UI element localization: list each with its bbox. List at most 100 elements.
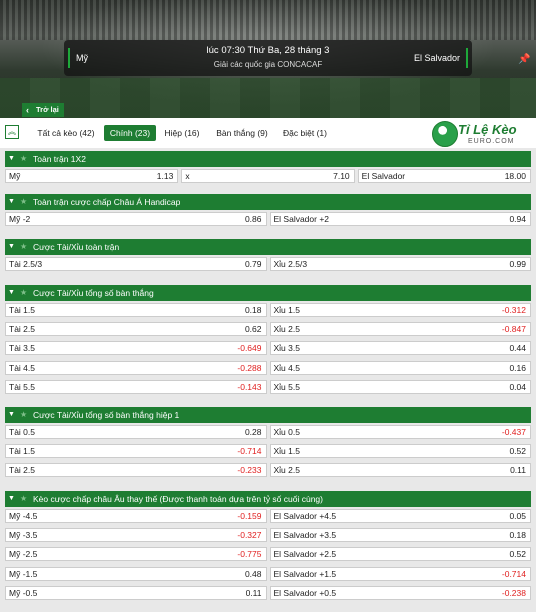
odds-cell[interactable]: Xỉu 3.5 0.44 — [269, 341, 531, 356]
odds-selection-label: El Salvador +0.5 — [273, 587, 337, 598]
league-name: Giải các quốc gia CONCACAF — [213, 60, 323, 69]
odds-cell[interactable]: Tài 1.5 0.18 — [5, 303, 267, 317]
odds-cell[interactable]: Mỹ -4.5 -0.159 — [5, 509, 267, 523]
odds-value: 0.05 — [509, 511, 526, 521]
tab-half[interactable]: Hiệp (16) — [162, 125, 202, 141]
odds-cell[interactable]: Xỉu 2.5 0.11 — [269, 463, 531, 478]
odds-selection-label: Mỹ -0.5 — [9, 587, 38, 598]
star-icon[interactable]: ★ — [20, 407, 27, 423]
odds-cell[interactable]: Xỉu 1.5 0.52 — [269, 444, 531, 459]
odds-value: -0.143 — [237, 381, 262, 392]
star-icon[interactable]: ★ — [20, 491, 27, 507]
section-title: Toàn trận cược chấp Châu Á Handicap — [33, 197, 181, 207]
odds-selection-label: Tài 2.5 — [9, 465, 35, 476]
section-title: Toàn trận 1X2 — [33, 154, 86, 164]
odds-value: 1.13 — [156, 171, 174, 181]
back-button[interactable]: ‹ Trở lại — [22, 103, 64, 117]
odds-selection-label: Mỹ -4.5 — [9, 511, 38, 521]
odds-cell[interactable]: Xỉu 5.5 0.04 — [269, 379, 531, 394]
odds-cell[interactable]: Tài 2.5 0.62 — [5, 322, 267, 337]
odds-selection-label: Xỉu 0.5 — [273, 427, 300, 437]
odds-selection-label: Tài 1.5 — [9, 305, 35, 315]
odds-cell[interactable]: Mỹ -2.5 -0.775 — [5, 547, 267, 562]
odds-cell[interactable]: Xỉu 2.5 -0.847 — [269, 322, 531, 337]
collapse-toggle-icon[interactable]: ︽ — [5, 125, 19, 139]
odds-value: -0.714 — [501, 568, 526, 579]
star-icon[interactable]: ★ — [20, 151, 27, 167]
odds-value: 0.28 — [244, 427, 262, 437]
odds-cell[interactable]: Tài 0.5 0.28 — [5, 425, 267, 439]
section-header[interactable]: ▼ ★ Toàn trận 1X2 — [5, 151, 531, 167]
odds-cell[interactable]: x 7.10 — [181, 169, 355, 183]
odds-selection-label: Tài 2.5 — [9, 324, 35, 335]
odds-value: 0.62 — [244, 324, 262, 335]
tab-goals[interactable]: Bàn thắng (9) — [213, 125, 271, 141]
chevron-down-icon: ▼ — [8, 289, 15, 296]
odds-cell[interactable]: Mỹ -2 0.86 — [5, 212, 267, 226]
odds-selection-label: Xỉu 4.5 — [273, 362, 300, 373]
odds-selection-label: El Salvador +4.5 — [273, 511, 337, 521]
section-header[interactable]: ▼ ★ Cược Tài/Xỉu tổng số bàn thắng hiệp 1 — [5, 407, 531, 423]
odds-selection-label: El Salvador +1.5 — [273, 568, 337, 579]
odds-selection-label: Tài 4.5 — [9, 362, 35, 373]
home-team-name: Mỹ — [68, 48, 88, 68]
tab-main[interactable]: Chính (23) — [104, 125, 156, 141]
odds-cell[interactable]: Mỹ 1.13 — [5, 169, 179, 183]
tab-all[interactable]: Tất cả kèo (42) — [36, 125, 96, 141]
odds-selection-label: Xỉu 2.5/3 — [273, 259, 308, 269]
odds-value: -0.775 — [237, 549, 262, 560]
odds-cell[interactable]: Tài 3.5 -0.649 — [5, 341, 267, 356]
odds-selection-label: Tài 5.5 — [9, 381, 35, 392]
odds-value: 0.11 — [245, 587, 262, 598]
odds-cell[interactable]: Mỹ -1.5 0.48 — [5, 566, 267, 581]
section-header[interactable]: ▼ ★ Cược Tài/Xỉu toàn trận — [5, 239, 531, 255]
odds-cell[interactable]: Tài 2.5/3 0.79 — [5, 257, 267, 271]
odds-cell[interactable]: El Salvador +2.5 0.52 — [269, 547, 531, 562]
odds-selection-label: El Salvador +2.5 — [273, 549, 337, 560]
football-logo-icon — [432, 121, 458, 147]
odds-cell[interactable]: Mỹ -3.5 -0.327 — [5, 528, 267, 543]
odds-cell[interactable]: Tài 4.5 -0.288 — [5, 360, 267, 375]
odds-selection-label: Xỉu 2.5 — [273, 324, 300, 335]
section-title: Kèo cược chấp châu Âu thay thế (Được tha… — [33, 494, 323, 504]
odds-cell[interactable]: Xỉu 2.5/3 0.99 — [269, 257, 531, 271]
chevron-down-icon: ▼ — [8, 411, 15, 418]
tab-special[interactable]: Đặc biệt (1) — [280, 125, 330, 141]
away-team-name: El Salvador — [414, 48, 468, 68]
odds-selection-label: Mỹ -3.5 — [9, 530, 38, 541]
odds-cell[interactable]: El Salvador +4.5 0.05 — [269, 509, 531, 523]
odds-cell[interactable]: Tài 2.5 -0.233 — [5, 463, 267, 478]
odds-value: 7.10 — [333, 171, 350, 181]
odds-cell[interactable]: Tài 5.5 -0.143 — [5, 379, 267, 394]
odds-cell[interactable]: El Salvador 18.00 — [357, 169, 531, 183]
odds-cell[interactable]: El Salvador +2 0.94 — [269, 212, 531, 226]
pitch-background — [0, 78, 536, 118]
odds-selection-label: El Salvador +3.5 — [273, 530, 337, 541]
star-icon[interactable]: ★ — [20, 239, 27, 255]
logo-subtext: EURO.COM — [468, 138, 515, 145]
odds-cell[interactable]: El Salvador +3.5 0.18 — [269, 528, 531, 543]
star-icon[interactable]: ★ — [20, 194, 27, 210]
chevron-down-icon: ▼ — [8, 495, 15, 502]
odds-cell[interactable]: Xỉu 0.5 -0.437 — [269, 425, 531, 439]
section-header[interactable]: ▼ ★ Kèo cược chấp châu Âu thay thế (Được t… — [5, 491, 531, 507]
odds-value: 0.16 — [509, 362, 526, 373]
odds-cell[interactable]: Xỉu 4.5 0.16 — [269, 360, 531, 375]
odds-cell[interactable]: Mỹ -0.5 0.11 — [5, 585, 267, 600]
odds-selection-label: x — [185, 171, 190, 181]
odds-selection-label: Tài 2.5/3 — [9, 259, 43, 269]
pin-icon[interactable]: 📌 — [518, 54, 532, 68]
odds-cell[interactable]: El Salvador +1.5 -0.714 — [269, 566, 531, 581]
section-header[interactable]: ▼ ★ Toàn trận cược chấp Châu Á Handicap — [5, 194, 531, 210]
odds-value: -0.288 — [237, 362, 262, 373]
odds-selection-label: Tài 1.5 — [9, 446, 35, 457]
odds-cell[interactable]: Tài 1.5 -0.714 — [5, 444, 267, 459]
odds-value: 0.99 — [509, 259, 526, 269]
section-header[interactable]: ▼ ★ Cược Tài/Xỉu tổng số bàn thắng — [5, 285, 531, 301]
odds-cell[interactable]: El Salvador +0.5 -0.238 — [269, 585, 531, 600]
odds-selection-label: El Salvador — [361, 171, 406, 181]
odds-value: 0.52 — [509, 446, 526, 457]
odds-cell[interactable]: Xỉu 1.5 -0.312 — [269, 303, 531, 317]
star-icon[interactable]: ★ — [20, 285, 27, 301]
odds-selection-label: Tài 3.5 — [9, 343, 35, 354]
